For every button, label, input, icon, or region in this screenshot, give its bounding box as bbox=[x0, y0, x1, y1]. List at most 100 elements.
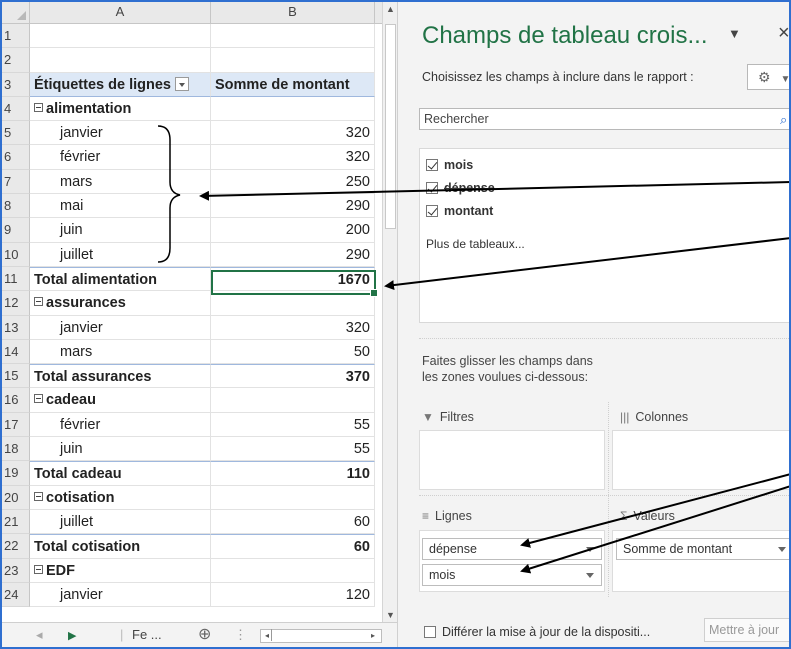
cell-a[interactable]: février bbox=[30, 145, 211, 170]
search-input[interactable]: Rechercher ⌕ bbox=[419, 108, 789, 130]
hscroll-thumb[interactable] bbox=[271, 629, 301, 641]
cell-b[interactable]: 290 bbox=[211, 242, 375, 267]
cell-a[interactable]: mai bbox=[30, 194, 211, 219]
cell-a[interactable]: janvier bbox=[30, 315, 211, 340]
cell-a[interactable]: janvier bbox=[30, 582, 211, 608]
checkbox-montant[interactable] bbox=[426, 205, 438, 217]
cell-a[interactable]: assurances bbox=[30, 291, 211, 316]
tab-splitter-icon[interactable]: ⋮ bbox=[234, 627, 247, 643]
row-number[interactable]: 15 bbox=[2, 364, 30, 389]
cell-a[interactable]: juillet bbox=[30, 509, 211, 535]
column-header-b[interactable]: B bbox=[211, 2, 375, 24]
collapse-icon[interactable] bbox=[34, 394, 43, 404]
scroll-thumb[interactable] bbox=[385, 24, 396, 229]
value-chip-somme-montant[interactable]: Somme de montant bbox=[616, 538, 789, 560]
cell-a[interactable]: alimentation bbox=[30, 96, 211, 122]
row-number[interactable]: 20 bbox=[2, 485, 30, 510]
cell-b[interactable]: 1670 bbox=[211, 266, 375, 292]
more-tables-link[interactable]: Plus de tableaux... bbox=[426, 237, 525, 251]
cell-b[interactable]: 370 bbox=[211, 364, 375, 389]
row-chip-depense[interactable]: dépense bbox=[422, 538, 602, 560]
vertical-scrollbar[interactable]: ▲ ▼ bbox=[382, 2, 397, 622]
checkbox-mois[interactable] bbox=[426, 159, 438, 171]
row-number[interactable]: 3 bbox=[2, 72, 30, 97]
row-number[interactable]: 21 bbox=[2, 509, 30, 535]
cell-a[interactable]: Total assurances bbox=[30, 364, 211, 389]
tab-scroll-right-icon[interactable]: ▶ bbox=[68, 629, 76, 642]
filter-dropdown-icon[interactable] bbox=[174, 76, 189, 91]
sheet-tab[interactable]: Fe ... bbox=[132, 627, 162, 642]
cell-b[interactable]: 55 bbox=[211, 437, 375, 462]
row-number[interactable]: 8 bbox=[2, 194, 30, 219]
chevron-down-icon[interactable] bbox=[778, 547, 786, 552]
cell-b[interactable]: 290 bbox=[211, 194, 375, 219]
gear-settings-button[interactable]: ⚙ ▼ bbox=[747, 64, 789, 90]
defer-update-option[interactable]: Différer la mise à jour de la dispositi.… bbox=[424, 624, 650, 639]
row-number[interactable]: 13 bbox=[2, 315, 30, 340]
row-number[interactable]: 2 bbox=[2, 48, 30, 73]
row-number[interactable]: 1 bbox=[2, 24, 30, 49]
row-number[interactable]: 12 bbox=[2, 291, 30, 316]
horizontal-scrollbar[interactable]: ◂ ▸ bbox=[260, 629, 382, 643]
cell-a[interactable]: Total cadeau bbox=[30, 461, 211, 486]
close-icon[interactable]: × bbox=[778, 22, 789, 45]
checkbox-depense[interactable] bbox=[426, 182, 438, 194]
cell-a[interactable]: juillet bbox=[30, 242, 211, 267]
cell-a[interactable]: Total cotisation bbox=[30, 534, 211, 559]
cell-a[interactable]: cadeau bbox=[30, 388, 211, 413]
add-sheet-icon[interactable]: ⊕ bbox=[198, 624, 211, 644]
row-number[interactable]: 5 bbox=[2, 121, 30, 146]
cell-a[interactable]: juin bbox=[30, 437, 211, 462]
defer-update-checkbox[interactable] bbox=[424, 626, 436, 638]
row-number[interactable]: 10 bbox=[2, 242, 30, 267]
row-number[interactable]: 7 bbox=[2, 169, 30, 195]
row-number[interactable]: 23 bbox=[2, 558, 30, 583]
cell-a[interactable]: janvier bbox=[30, 121, 211, 146]
update-button[interactable]: Mettre à jour bbox=[704, 618, 789, 642]
cell-b[interactable] bbox=[211, 291, 375, 316]
cell-b[interactable] bbox=[211, 96, 375, 122]
row-number[interactable]: 4 bbox=[2, 96, 30, 122]
row-chip-mois[interactable]: mois bbox=[422, 564, 602, 586]
cell-b[interactable]: 60 bbox=[211, 534, 375, 559]
row-number[interactable]: 11 bbox=[2, 266, 30, 292]
cell-a[interactable] bbox=[30, 48, 211, 73]
select-all-corner[interactable] bbox=[2, 2, 30, 24]
row-number[interactable]: 6 bbox=[2, 145, 30, 170]
cell-b[interactable] bbox=[211, 48, 375, 73]
cell-a[interactable]: Total alimentation bbox=[30, 266, 211, 292]
scroll-down-icon[interactable]: ▼ bbox=[383, 608, 397, 622]
cell-b[interactable]: 50 bbox=[211, 339, 375, 365]
chevron-down-icon[interactable] bbox=[586, 573, 594, 578]
filters-drop-zone[interactable] bbox=[419, 430, 605, 490]
collapse-icon[interactable] bbox=[34, 297, 43, 307]
cell-a[interactable]: juin bbox=[30, 218, 211, 243]
row-number[interactable]: 16 bbox=[2, 388, 30, 413]
cell-a[interactable]: mars bbox=[30, 169, 211, 195]
cell-a[interactable]: cotisation bbox=[30, 485, 211, 510]
cell-b[interactable]: 320 bbox=[211, 121, 375, 146]
column-header-a[interactable]: A bbox=[30, 2, 211, 24]
cell-a[interactable]: mars bbox=[30, 339, 211, 365]
cell-a[interactable]: février bbox=[30, 412, 211, 438]
hscroll-right-icon[interactable]: ▸ bbox=[371, 630, 375, 642]
field-depense[interactable]: dépense bbox=[426, 180, 495, 195]
collapse-icon[interactable] bbox=[34, 491, 43, 501]
search-icon[interactable]: ⌕ bbox=[780, 110, 787, 130]
cell-b[interactable] bbox=[211, 24, 375, 49]
cell-b[interactable]: 120 bbox=[211, 582, 375, 608]
collapse-icon[interactable] bbox=[34, 102, 43, 112]
row-number[interactable]: 22 bbox=[2, 534, 30, 559]
cell-a[interactable]: EDF bbox=[30, 558, 211, 583]
cell-b[interactable]: 250 bbox=[211, 169, 375, 195]
row-number[interactable]: 17 bbox=[2, 412, 30, 438]
pane-options-chevron-icon[interactable]: ▼ bbox=[728, 26, 741, 41]
collapse-icon[interactable] bbox=[34, 564, 43, 574]
chevron-down-icon[interactable] bbox=[586, 547, 594, 552]
cell-b[interactable] bbox=[211, 485, 375, 510]
cell-a[interactable]: Étiquettes de lignes bbox=[30, 72, 211, 97]
cell-b[interactable]: 60 bbox=[211, 509, 375, 535]
row-number[interactable]: 18 bbox=[2, 437, 30, 462]
scroll-up-icon[interactable]: ▲ bbox=[383, 2, 397, 16]
columns-drop-zone[interactable] bbox=[612, 430, 789, 490]
